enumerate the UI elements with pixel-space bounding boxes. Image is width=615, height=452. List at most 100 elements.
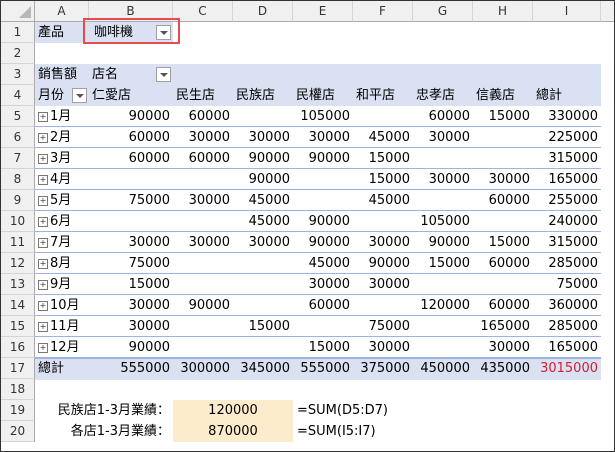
expand-icon[interactable]: + xyxy=(38,280,48,290)
value-cell[interactable]: 90000 xyxy=(89,106,173,127)
row-header-16[interactable]: 16 xyxy=(1,337,35,358)
value-cell[interactable] xyxy=(173,274,233,295)
row-header-3[interactable]: 3 xyxy=(1,64,35,85)
value-cell[interactable] xyxy=(173,169,233,190)
value-cell[interactable] xyxy=(413,337,473,358)
total-cell[interactable]: 555000 xyxy=(89,358,173,379)
row-header-12[interactable]: 12 xyxy=(1,253,35,274)
value-cell[interactable] xyxy=(89,211,173,232)
value-cell[interactable]: 165000 xyxy=(533,337,601,358)
value-cell[interactable] xyxy=(293,316,353,337)
value-cell[interactable]: 75000 xyxy=(533,274,601,295)
total-cell[interactable]: 435000 xyxy=(473,358,533,379)
value-cell[interactable]: 90000 xyxy=(173,295,233,316)
value-cell[interactable]: 15000 xyxy=(233,316,293,337)
value-cell[interactable] xyxy=(293,190,353,211)
value-cell[interactable] xyxy=(473,274,533,295)
month-row-label[interactable]: +7月 xyxy=(35,232,89,253)
row-header-2[interactable]: 2 xyxy=(1,43,35,64)
value-cell[interactable]: 45000 xyxy=(233,211,293,232)
value-cell[interactable] xyxy=(293,169,353,190)
expand-icon[interactable]: + xyxy=(38,112,48,122)
value-cell[interactable]: 60000 xyxy=(473,190,533,211)
value-cell[interactable]: 90000 xyxy=(89,337,173,358)
store-header[interactable]: 忠孝店 xyxy=(413,85,473,106)
value-cell[interactable] xyxy=(233,253,293,274)
value-cell[interactable] xyxy=(353,295,413,316)
value-cell[interactable]: 15000 xyxy=(473,232,533,253)
month-row-label[interactable]: +12月 xyxy=(35,337,89,358)
value-cell[interactable]: 285000 xyxy=(533,253,601,274)
value-cell[interactable]: 15000 xyxy=(353,148,413,169)
expand-icon[interactable]: + xyxy=(38,154,48,164)
calc-formula[interactable]: =SUM(I5:I7) xyxy=(293,421,433,442)
value-cell[interactable]: 105000 xyxy=(413,211,473,232)
value-cell[interactable]: 240000 xyxy=(533,211,601,232)
value-cell[interactable]: 90000 xyxy=(413,232,473,253)
value-cell[interactable]: 30000 xyxy=(173,127,233,148)
store-header[interactable]: 和平店 xyxy=(353,85,413,106)
expand-icon[interactable]: + xyxy=(38,322,48,332)
value-cell[interactable]: 90000 xyxy=(353,253,413,274)
value-cell[interactable] xyxy=(233,274,293,295)
month-row-label[interactable]: +10月 xyxy=(35,295,89,316)
value-cell[interactable]: 30000 xyxy=(173,190,233,211)
value-cell[interactable] xyxy=(353,106,413,127)
value-cell[interactable]: 60000 xyxy=(473,295,533,316)
row-header-1[interactable]: 1 xyxy=(1,22,35,43)
row-header-15[interactable]: 15 xyxy=(1,316,35,337)
grand-total-label[interactable]: 總計 xyxy=(35,358,89,379)
column-header-F[interactable]: F xyxy=(353,1,413,22)
value-cell[interactable] xyxy=(473,211,533,232)
value-cell[interactable]: 165000 xyxy=(473,316,533,337)
value-cell[interactable]: 165000 xyxy=(533,169,601,190)
value-cell[interactable]: 120000 xyxy=(413,295,473,316)
row-header-6[interactable]: 6 xyxy=(1,127,35,148)
value-cell[interactable] xyxy=(173,253,233,274)
value-cell[interactable]: 60000 xyxy=(173,148,233,169)
value-cell[interactable]: 60000 xyxy=(413,106,473,127)
value-cell[interactable] xyxy=(233,337,293,358)
column-header-G[interactable]: G xyxy=(413,1,473,22)
store-header[interactable]: 民權店 xyxy=(293,85,353,106)
total-cell[interactable]: 450000 xyxy=(413,358,473,379)
value-cell[interactable]: 30000 xyxy=(413,127,473,148)
value-cell[interactable]: 15000 xyxy=(473,106,533,127)
value-cell[interactable]: 60000 xyxy=(293,295,353,316)
total-cell[interactable]: 555000 xyxy=(293,358,353,379)
value-cell[interactable]: 30000 xyxy=(89,316,173,337)
row-header-13[interactable]: 13 xyxy=(1,274,35,295)
total-cell[interactable]: 3015000 xyxy=(533,358,601,379)
column-header-D[interactable]: D xyxy=(233,1,293,22)
value-cell[interactable]: 30000 xyxy=(353,232,413,253)
column-header-A[interactable]: A xyxy=(35,1,89,22)
value-cell[interactable]: 30000 xyxy=(173,232,233,253)
value-cell[interactable]: 90000 xyxy=(233,148,293,169)
row-header-9[interactable]: 9 xyxy=(1,190,35,211)
value-cell[interactable]: 60000 xyxy=(89,127,173,148)
row-field-dropdown[interactable] xyxy=(72,88,87,103)
value-cell[interactable]: 360000 xyxy=(533,295,601,316)
column-header-I[interactable]: I xyxy=(533,1,601,22)
row-header-7[interactable]: 7 xyxy=(1,148,35,169)
value-cell[interactable] xyxy=(173,211,233,232)
expand-icon[interactable]: + xyxy=(38,196,48,206)
row-header-8[interactable]: 8 xyxy=(1,169,35,190)
value-cell[interactable] xyxy=(353,211,413,232)
month-row-label[interactable]: +9月 xyxy=(35,274,89,295)
value-cell[interactable]: 45000 xyxy=(293,253,353,274)
store-header[interactable]: 總計 xyxy=(533,85,601,106)
value-cell[interactable] xyxy=(413,190,473,211)
value-cell[interactable] xyxy=(233,295,293,316)
value-cell[interactable] xyxy=(473,127,533,148)
value-cell[interactable]: 105000 xyxy=(293,106,353,127)
store-header[interactable]: 民生店 xyxy=(173,85,233,106)
row-header-5[interactable]: 5 xyxy=(1,106,35,127)
value-cell[interactable]: 90000 xyxy=(233,169,293,190)
value-cell[interactable]: 30000 xyxy=(413,169,473,190)
month-row-label[interactable]: +11月 xyxy=(35,316,89,337)
month-row-label[interactable]: +6月 xyxy=(35,211,89,232)
expand-icon[interactable]: + xyxy=(38,133,48,143)
value-cell[interactable]: 30000 xyxy=(473,337,533,358)
row-header-4[interactable]: 4 xyxy=(1,85,35,106)
